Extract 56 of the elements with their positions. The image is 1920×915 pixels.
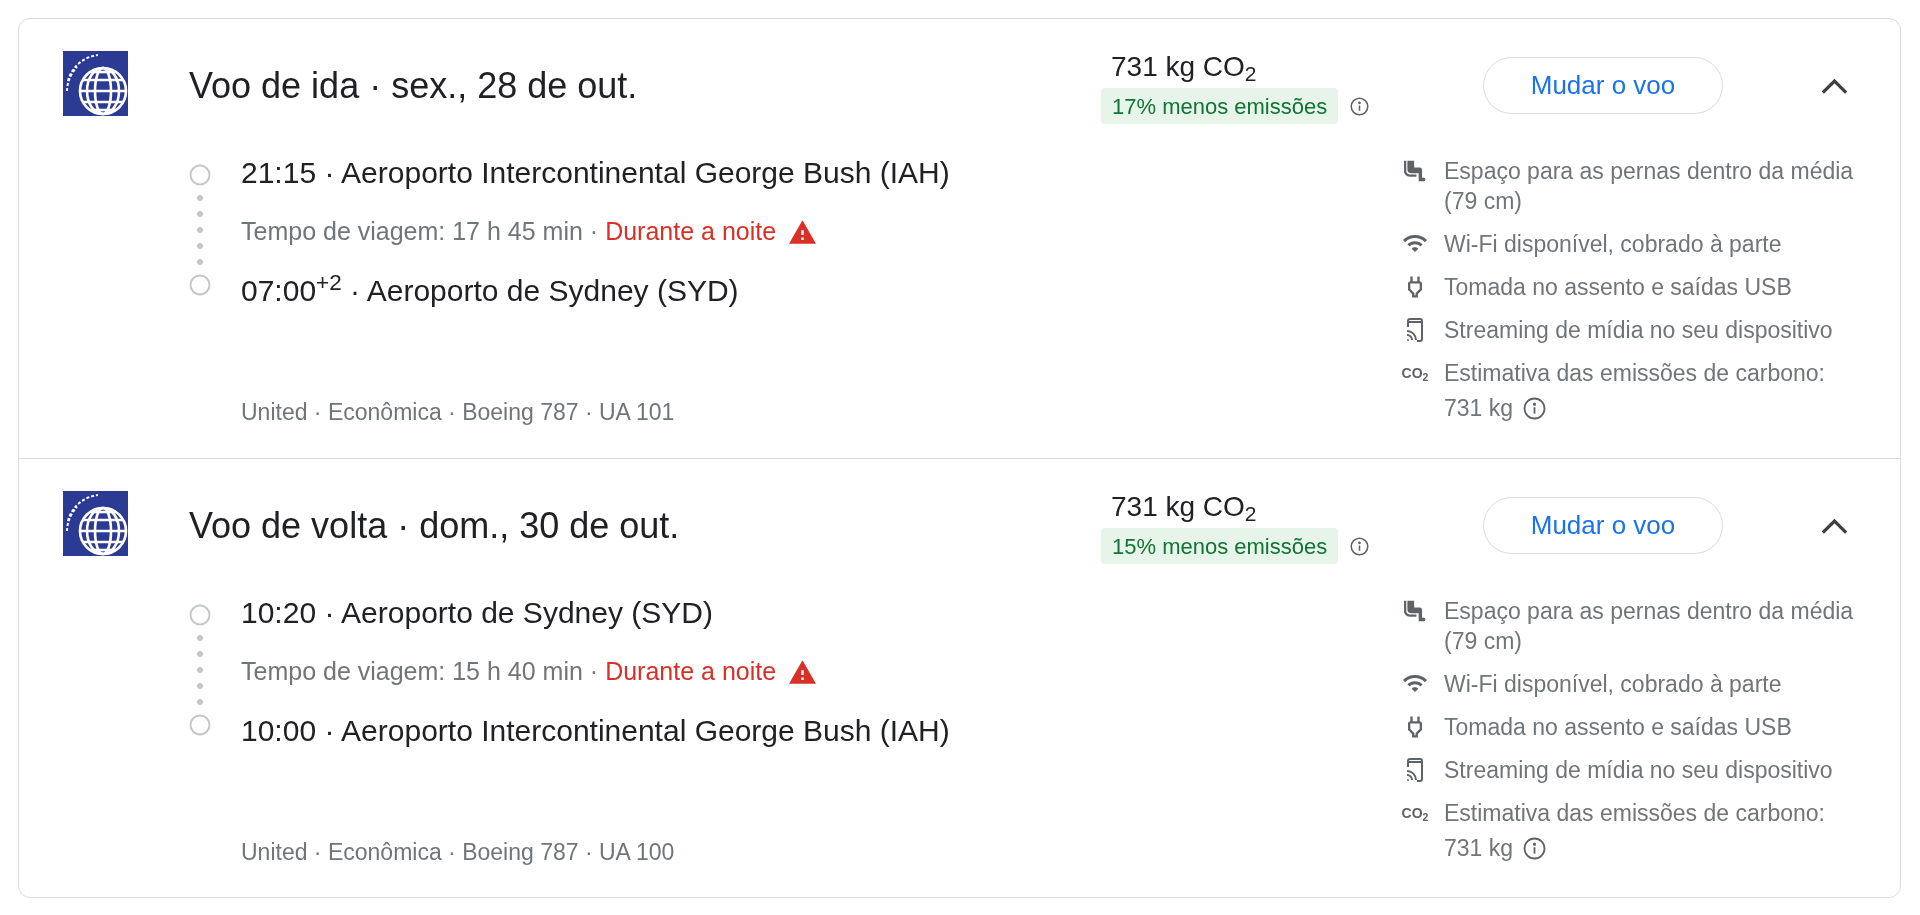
- change-flight-button[interactable]: Mudar o voo: [1483, 497, 1723, 554]
- arrival-info: 10:00 · Aeroporto Intercontinental George Bush (IAH): [241, 713, 950, 749]
- info-icon[interactable]: [1523, 836, 1547, 860]
- info-icon[interactable]: [1523, 396, 1547, 420]
- amenity-text: Estimativa das emissões de carbono:: [1444, 359, 1825, 388]
- flight-title: Voo de volta · dom., 30 de out.: [189, 506, 680, 546]
- seat-icon: [1404, 600, 1426, 622]
- amenity-text: Espaço para as pernas dentro da média (79 cm): [1444, 597, 1855, 656]
- departure-marker-icon: [189, 164, 211, 186]
- overnight-label: Durante a noite: [605, 216, 777, 248]
- emissions-estimate: 731 kg: [1444, 394, 1514, 423]
- plug-icon: [1408, 716, 1422, 738]
- info-icon[interactable]: [1350, 536, 1370, 556]
- change-flight-button[interactable]: Mudar o voo: [1483, 57, 1723, 114]
- dotted-connector: [197, 635, 203, 705]
- emissions-badge: 17% menos emissões: [1101, 88, 1339, 124]
- amenity-text: Espaço para as pernas dentro da média (79 cm): [1444, 157, 1855, 216]
- arrival-marker-icon: [189, 714, 211, 736]
- warning-icon: [789, 660, 817, 684]
- globe-logo: [63, 491, 128, 556]
- amenity-text: Wi-Fi disponível, cobrado à parte: [1444, 230, 1783, 259]
- departure-marker-icon: [189, 604, 211, 626]
- phone-cast-icon: [1406, 758, 1424, 782]
- info-icon[interactable]: [1350, 96, 1370, 116]
- chevron-up-icon[interactable]: [1821, 77, 1848, 94]
- amenity-text: Tomada no assento e saídas USB: [1444, 713, 1793, 742]
- emissions-badge: 15% menos emissões: [1101, 528, 1339, 564]
- emissions-value: 731 kg CO$_{2}$: [1111, 490, 1257, 524]
- departure-info: 21:15 · Aeroporto Intercontinental George Bush (IAH): [241, 155, 950, 191]
- amenity-text: Streaming de mídia no seu dispositivo: [1444, 316, 1834, 345]
- flight-title: Voo de ida · sex., 28 de out.: [189, 66, 638, 106]
- arrival-marker-icon: [189, 274, 211, 296]
- amenity-text: Estimativa das emissões de carbono:: [1444, 799, 1825, 828]
- co2-symbol: CO$_{2}$: [1401, 366, 1429, 380]
- flight-details: United · Econômica · Boeing 787 · UA 101: [241, 398, 675, 427]
- amenity-text: Streaming de mídia no seu dispositivo: [1444, 756, 1834, 785]
- travel-time: Tempo de viagem: 15 h 40 min ·: [241, 656, 599, 688]
- departure-info: 10:20 · Aeroporto de Sydney (SYD): [241, 595, 714, 631]
- globe-logo: [63, 51, 128, 116]
- phone-cast-icon: [1406, 318, 1424, 342]
- wifi-icon: [1403, 675, 1427, 693]
- wifi-icon: [1403, 235, 1427, 253]
- co2-symbol: CO$_{2}$: [1401, 806, 1429, 820]
- dotted-connector: [197, 195, 203, 265]
- warning-icon: [789, 220, 817, 244]
- seat-icon: [1404, 160, 1426, 182]
- chevron-up-icon[interactable]: [1821, 517, 1848, 534]
- travel-time: Tempo de viagem: 17 h 45 min ·: [241, 216, 599, 248]
- plug-icon: [1408, 276, 1422, 298]
- amenity-text: Tomada no assento e saídas USB: [1444, 273, 1793, 302]
- emissions-estimate: 731 kg: [1444, 834, 1514, 863]
- overnight-label: Durante a noite: [605, 656, 777, 688]
- flight-details: United · Econômica · Boeing 787 · UA 100: [241, 838, 675, 867]
- emissions-value: 731 kg CO$_{2}$: [1111, 50, 1257, 84]
- amenity-text: Wi-Fi disponível, cobrado à parte: [1444, 670, 1783, 699]
- arrival-info: 07:00$^{+2}$ · Aeroporto de Sydney (SYD): [241, 271, 740, 309]
